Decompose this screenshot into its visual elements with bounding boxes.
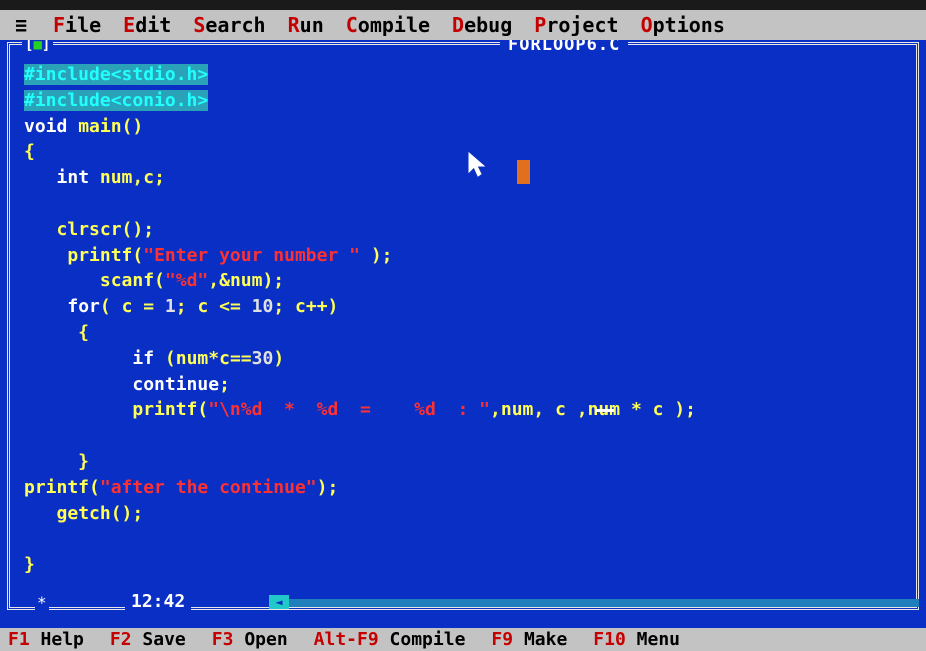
menu-compile[interactable]: Compile — [335, 13, 441, 37]
code-line[interactable]: void main() — [24, 114, 914, 140]
code-line[interactable]: clrscr(); — [24, 217, 914, 243]
scroll-left-arrow-icon[interactable]: ◄ — [269, 595, 289, 609]
code-line[interactable]: } — [24, 449, 914, 475]
code-line[interactable]: printf("Enter your number " ); — [24, 243, 914, 269]
code-line[interactable]: getch(); — [24, 501, 914, 527]
code-line[interactable]: for( c = 1; c <= 10; c++) — [24, 294, 914, 320]
code-line[interactable]: #include<stdio.h> — [24, 62, 914, 88]
menu-edit[interactable]: Edit — [112, 13, 182, 37]
menu-search[interactable]: Search — [182, 13, 276, 37]
code-line[interactable]: if (num*c==30) — [24, 346, 914, 372]
code-line[interactable]: scanf("%d",&num); — [24, 268, 914, 294]
fkey-help[interactable]: F1 Help — [0, 629, 84, 650]
modified-indicator: * — [35, 593, 49, 612]
code-line[interactable]: continue; — [24, 372, 914, 398]
window-title: FORLOOP6.C — [500, 40, 629, 54]
code-line[interactable]: { — [24, 320, 914, 346]
code-line[interactable]: #include<conio.h> — [24, 88, 914, 114]
fkey-make[interactable]: F9 Make — [483, 629, 567, 650]
system-menu-icon[interactable]: ≡ — [0, 13, 42, 37]
block-cursor — [517, 160, 530, 184]
menu-run[interactable]: Run — [277, 13, 335, 37]
cursor-position: 12:42 — [125, 591, 192, 612]
editor-window[interactable]: [■] FORLOOP6.C #include<stdio.h> #include… — [0, 40, 926, 628]
text-cursor — [596, 409, 614, 412]
code-line[interactable]: } — [24, 552, 914, 578]
horizontal-scrollbar[interactable] — [289, 599, 919, 607]
code-line[interactable] — [24, 191, 914, 217]
code-line[interactable]: printf("\n%d * %d = %d : ",num, c ,num *… — [24, 397, 914, 423]
code-line[interactable] — [24, 526, 914, 552]
function-key-bar: F1 Help F2 Save F3 Open Alt-F9 Compile F… — [0, 628, 926, 651]
fkey-compile[interactable]: Alt-F9 Compile — [306, 629, 466, 650]
menu-options[interactable]: Options — [630, 13, 736, 37]
menu-debug[interactable]: Debug — [441, 13, 523, 37]
menu-bar: ≡ File Edit Search Run Compile Debug Pro… — [0, 10, 926, 40]
window-title-bar: [■] FORLOOP6.C — [10, 40, 916, 54]
code-line[interactable]: printf("after the continue"); — [24, 475, 914, 501]
menu-project[interactable]: Project — [523, 13, 629, 37]
fkey-menu[interactable]: F10 Menu — [585, 629, 680, 650]
menu-file[interactable]: File — [42, 13, 112, 37]
editor-status-line: * 12:42 ◄ — [7, 591, 919, 615]
fkey-open[interactable]: F3 Open — [204, 629, 288, 650]
code-line[interactable] — [24, 423, 914, 449]
code-area[interactable]: #include<stdio.h> #include<conio.h> void m… — [24, 62, 914, 578]
close-box-icon[interactable]: [■] — [22, 40, 54, 52]
fkey-save[interactable]: F2 Save — [102, 629, 186, 650]
